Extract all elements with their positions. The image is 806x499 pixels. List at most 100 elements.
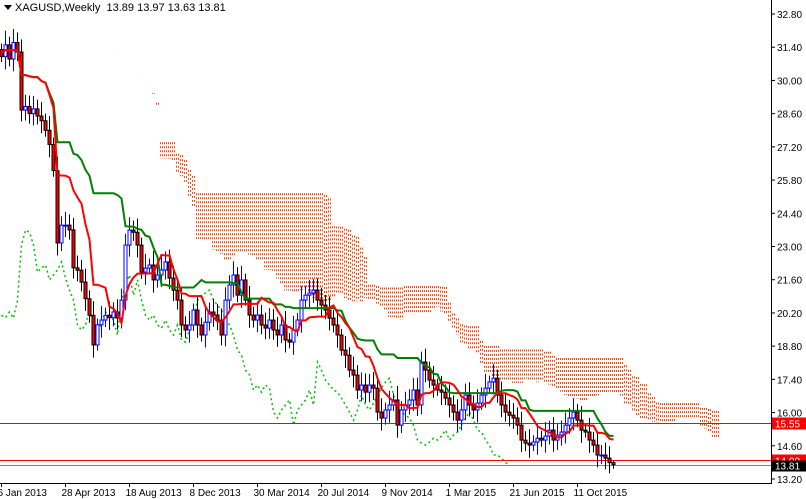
bear-candle <box>587 431 592 441</box>
bear-candle <box>603 454 608 459</box>
current-price-label: 13.81 <box>775 462 800 473</box>
bull-candle <box>411 389 416 401</box>
bull-candle <box>459 409 464 421</box>
bear-candle <box>71 229 76 269</box>
bear-candle <box>287 339 292 343</box>
bear-candle <box>39 115 44 122</box>
bear-candle <box>595 444 600 456</box>
x-tick-label: 1 Mar 2015 <box>446 488 497 499</box>
y-tick-label: 13.20 <box>777 475 802 486</box>
y-tick-label: 17.40 <box>777 375 802 386</box>
bear-candle <box>499 394 504 406</box>
y-tick-label: 21.60 <box>777 276 802 287</box>
bear-candle <box>363 384 368 393</box>
bear-candle <box>371 384 376 389</box>
bear-candle <box>79 269 84 283</box>
y-tick-label: 28.60 <box>777 110 802 121</box>
bear-candle <box>19 51 24 111</box>
y-tick-label: 32.80 <box>777 10 802 21</box>
bull-candle <box>367 384 372 393</box>
x-tick-label: 30 Mar 2014 <box>254 488 311 499</box>
price-chart[interactable]: 32.80 31.40 30.00 28.60 27.20 25.80 24.40 23.00… <box>0 0 806 499</box>
bull-candle <box>227 284 232 301</box>
x-tick-label: 20 Jul 2014 <box>318 488 370 499</box>
bear-candle <box>7 44 12 60</box>
bull-candle <box>299 299 304 321</box>
y-tick-label: 20.20 <box>777 309 802 320</box>
bear-candle <box>375 387 380 413</box>
ohlc-readout: 13.89 13.97 13.63 13.81 <box>106 2 226 14</box>
bull-candle <box>143 267 148 273</box>
bear-candle <box>195 309 200 326</box>
bear-candle <box>507 411 512 416</box>
bear-candle <box>503 404 508 413</box>
bear-candle <box>199 324 204 336</box>
bear-candle <box>355 374 360 391</box>
ichimoku-cloud <box>152 93 719 438</box>
bull-candle <box>203 321 208 336</box>
bear-candle <box>519 424 524 441</box>
bull-candle <box>155 274 160 281</box>
bear-candle <box>55 170 60 244</box>
y-tick-label: 14.60 <box>777 442 802 453</box>
bear-candle <box>275 329 280 336</box>
candles <box>0 28 616 474</box>
bull-candle <box>99 319 104 326</box>
bull-candle <box>111 311 116 319</box>
bear-candle <box>211 311 216 316</box>
x-tick-label: 21 Jun 2015 <box>510 488 565 499</box>
horizontal-lines[interactable] <box>0 423 771 466</box>
bear-candle <box>43 120 48 131</box>
bull-candle <box>147 264 152 269</box>
bear-candle <box>87 298 92 316</box>
bear-candle <box>527 442 532 446</box>
bear-candle <box>335 324 340 336</box>
bear-candle <box>107 314 112 319</box>
bear-candle <box>51 143 56 172</box>
bull-candle <box>279 324 284 336</box>
bull-candle <box>479 394 484 404</box>
bull-candle <box>255 314 260 321</box>
bear-candle <box>319 299 324 306</box>
bear-candle <box>575 411 580 421</box>
bull-candle <box>267 319 272 329</box>
bull-candle <box>127 229 132 246</box>
bull-candle <box>571 411 576 419</box>
bull-candle <box>95 324 100 346</box>
bear-candle <box>167 261 172 279</box>
bull-candle <box>23 106 28 111</box>
bear-candle <box>439 389 444 393</box>
y-tick-label: 30.00 <box>777 76 802 87</box>
dropdown-triangle-icon[interactable] <box>4 5 12 10</box>
bull-candle <box>567 417 572 426</box>
bull-candle <box>311 289 316 294</box>
bear-candle <box>91 314 96 346</box>
y-tick-label: 23.00 <box>777 243 802 254</box>
bull-candle <box>291 329 296 343</box>
bear-candle <box>611 462 616 466</box>
bear-candle <box>523 439 528 444</box>
bear-candle <box>67 224 72 231</box>
bull-candle <box>387 404 392 411</box>
price-axis[interactable]: 32.80 31.40 30.00 28.60 27.20 25.80 24.40 23.00… <box>771 10 802 486</box>
bear-candle <box>443 391 448 399</box>
bull-candle <box>487 381 492 389</box>
ichimoku-lines <box>0 49 614 441</box>
bull-candle <box>543 435 548 441</box>
bear-candle <box>83 281 88 300</box>
bull-candle <box>103 314 108 321</box>
bull-candle <box>563 424 568 433</box>
bear-candle <box>247 299 252 316</box>
bear-candle <box>607 457 612 464</box>
y-tick-label: 25.80 <box>777 176 802 187</box>
bear-candle <box>511 414 516 419</box>
bear-candle <box>251 314 256 321</box>
y-tick-label: 24.40 <box>777 209 802 220</box>
bull-candle <box>559 431 564 436</box>
bear-candle <box>583 429 588 433</box>
time-axis[interactable]: 6 Jan 2013 28 Apr 2013 18 Aug 2013 8 Dec 20… <box>0 483 628 499</box>
y-tick-label: 18.80 <box>777 342 802 353</box>
bull-candle <box>359 384 364 391</box>
bear-candle <box>271 319 276 331</box>
x-tick-label: 28 Apr 2013 <box>62 488 116 499</box>
